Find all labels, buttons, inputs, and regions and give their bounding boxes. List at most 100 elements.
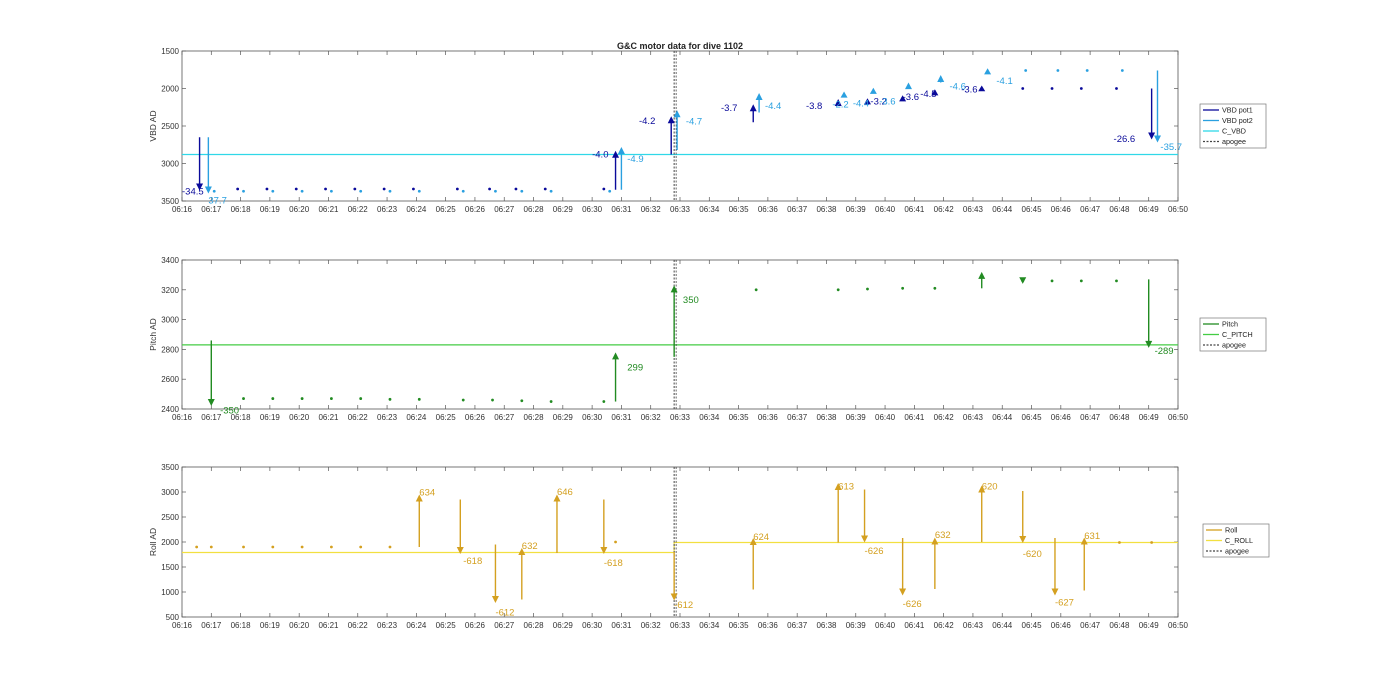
- x-tick-label: 06:43: [963, 413, 984, 422]
- vbd-pot2-point: [1120, 69, 1124, 72]
- pitch-point: [520, 399, 524, 403]
- pitch-point: [754, 288, 758, 292]
- y-tick-label: 3400: [161, 256, 179, 265]
- pitch-point: [1079, 279, 1083, 283]
- x-tick-label: 06:41: [904, 413, 925, 422]
- legend-label: Roll: [1225, 526, 1238, 535]
- x-tick-label: 06:34: [699, 205, 720, 214]
- x-tick-label: 06:41: [904, 205, 925, 214]
- x-tick-label: 06:32: [641, 621, 662, 630]
- roll-move-label: -620: [1023, 549, 1042, 560]
- roll-point: [359, 545, 363, 549]
- x-tick-label: 06:21: [318, 413, 339, 422]
- x-tick-label: 06:43: [963, 205, 984, 214]
- roll-point: [195, 545, 199, 549]
- pitch-panel: 06:16 06:17 06:18 06:19 06:20 06:21 06:22 06:23…: [148, 256, 1267, 422]
- x-tick-label: 06:19: [260, 205, 281, 214]
- vbd-pot1-point: [324, 187, 327, 191]
- pitch-point: [836, 288, 840, 292]
- legend-label: apogee: [1222, 341, 1246, 350]
- x-tick-label: 06:50: [1168, 621, 1189, 630]
- vbd-move-label: -4.7: [686, 117, 702, 128]
- vbd-pot2-point: [549, 189, 553, 193]
- x-tick-label: 06:36: [758, 621, 779, 630]
- pitch-point: [933, 286, 937, 290]
- vbd-pot1-point: [514, 187, 518, 191]
- roll-point: [388, 545, 392, 549]
- pitch-move-label: -350: [220, 405, 239, 416]
- x-tick-label: 06:34: [699, 413, 720, 422]
- vbd-pot2-point: [417, 189, 421, 193]
- x-tick-label: 06:44: [992, 205, 1013, 214]
- x-tick-label: 06:35: [729, 413, 750, 422]
- x-tick-label: 06:17: [201, 205, 222, 214]
- pitch-point: [1115, 279, 1118, 283]
- y-tick-label: 3500: [161, 463, 179, 472]
- pitch-axes-box: [181, 259, 1179, 410]
- roll-move-label: -612: [674, 600, 693, 611]
- y-tick-label: 1500: [161, 563, 179, 572]
- vbd-pot1-point: [543, 187, 547, 191]
- vbd-move-label: -4.4: [853, 99, 869, 110]
- vbd-pot1-point: [236, 187, 240, 191]
- x-tick-label: 06:31: [611, 205, 632, 214]
- vbd-move-label: -3.6: [903, 92, 919, 103]
- pitch-point: [901, 286, 905, 290]
- x-tick-label: 06:45: [1022, 621, 1043, 630]
- x-tick-label: 06:25: [436, 413, 457, 422]
- x-tick-label: 06:39: [846, 621, 867, 630]
- x-tick-label: 06:37: [787, 413, 808, 422]
- x-tick-label: 06:18: [231, 205, 252, 214]
- roll-move-label: 646: [557, 487, 573, 498]
- roll-move-label: -626: [903, 599, 922, 610]
- vbd-move-label: -4.4: [765, 101, 781, 112]
- x-tick-label: 06:46: [1051, 205, 1072, 214]
- x-tick-label: 06:19: [260, 413, 281, 422]
- x-tick-label: 06:21: [318, 205, 339, 214]
- roll-point: [1118, 541, 1121, 544]
- roll-point: [614, 540, 617, 544]
- pitch-point: [417, 397, 421, 401]
- legend-label: VBD pot1: [1222, 106, 1253, 115]
- vbd-y-axis-label: VBD AD: [148, 110, 158, 141]
- roll-move-label: -618: [463, 556, 482, 567]
- vbd-pot2-point: [300, 189, 304, 193]
- vbd-pot2-point: [330, 189, 333, 193]
- x-tick-label: 06:29: [553, 621, 574, 630]
- x-tick-label: 06:35: [729, 621, 750, 630]
- x-tick-label: 06:38: [816, 205, 837, 214]
- x-tick-label: 06:40: [875, 621, 896, 630]
- legend-label: C_VBD: [1222, 127, 1246, 136]
- x-tick-label: 06:27: [494, 205, 515, 214]
- x-tick-label: 06:44: [992, 621, 1013, 630]
- vbd-pot2-point: [520, 189, 524, 193]
- vbd-pot2-point: [359, 189, 363, 193]
- x-tick-label: 06:47: [1080, 205, 1101, 214]
- y-tick-label: 3200: [161, 286, 179, 295]
- vbd-legend: VBD pot1VBD pot2 C_VBDapogee: [1199, 103, 1267, 149]
- roll-move-label: -612: [495, 608, 514, 619]
- y-tick-label: 2600: [161, 375, 179, 384]
- vbd-move-label: -26.6: [1114, 134, 1136, 145]
- vbd-pot2-point: [388, 189, 392, 193]
- vbd-move-label: 37.7: [208, 195, 227, 206]
- vbd-pot1-point: [265, 187, 269, 191]
- legend-label: C_ROLL: [1225, 536, 1253, 545]
- roll-move-label: -618: [604, 558, 623, 569]
- pitch-move-label: 350: [683, 295, 699, 306]
- vbd-pot2-point: [212, 189, 216, 193]
- pitch-point: [388, 397, 392, 401]
- vbd-pot1-point: [602, 187, 606, 191]
- vbd-move-label: -4.5: [920, 89, 936, 100]
- y-tick-label: 2500: [161, 513, 179, 522]
- vbd-move-label: -3.8: [806, 101, 822, 112]
- x-tick-label: 06:19: [260, 621, 281, 630]
- pitch-legend: PitchC_PITCHapogee: [1199, 317, 1267, 352]
- x-tick-label: 06:20: [289, 413, 310, 422]
- roll-panel: 06:16 06:17 06:18 06:19 06:20 06:21 06:22 06:23…: [148, 463, 1270, 630]
- x-tick-label: 06:18: [231, 621, 252, 630]
- x-tick-label: 06:16: [172, 621, 193, 630]
- x-tick-label: 06:22: [348, 205, 369, 214]
- x-tick-label: 06:27: [494, 413, 515, 422]
- vbd-axes-box: [181, 50, 1179, 202]
